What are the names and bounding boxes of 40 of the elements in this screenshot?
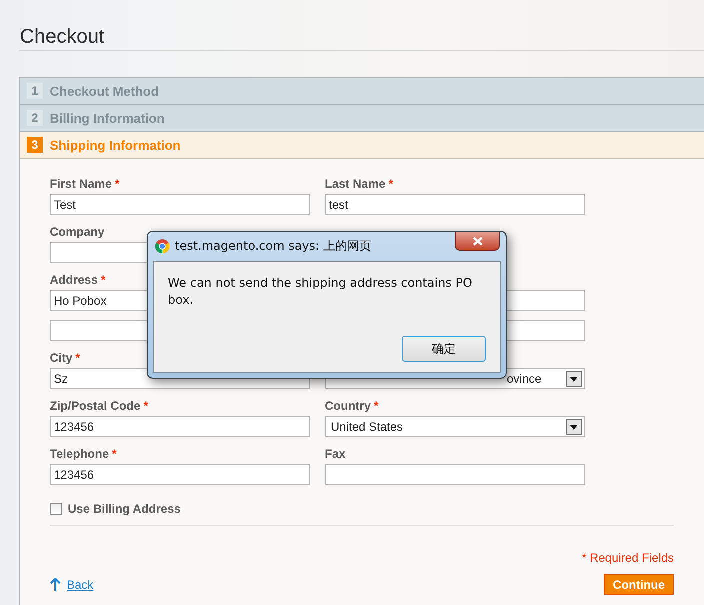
text-field[interactable]: 123456: [50, 464, 310, 485]
checkbox[interactable]: [50, 503, 62, 515]
field-label: Telephone: [50, 447, 110, 461]
dialog-title: test.magento.com says: 上的网页: [175, 238, 372, 255]
field-label: City: [50, 351, 73, 365]
required-asterisk: *: [388, 177, 394, 191]
required-asterisk: *: [374, 399, 379, 413]
field-label: First Name: [50, 177, 112, 191]
checkbox-label: Use Billing Address: [68, 502, 181, 516]
text-field[interactable]: [325, 464, 585, 485]
text-field[interactable]: test: [325, 194, 585, 215]
dialog-message: We can not send the shipping address contains PO box.: [168, 275, 474, 309]
step-number: 1: [27, 83, 43, 99]
close-button[interactable]: [455, 232, 500, 251]
required-asterisk: *: [112, 447, 117, 461]
back-link[interactable]: Back: [67, 578, 94, 592]
select-field[interactable]: United States: [325, 416, 585, 437]
required-asterisk: *: [101, 273, 106, 287]
required-asterisk: *: [115, 177, 120, 191]
arrow-up-icon[interactable]: [50, 578, 61, 591]
field-label: Company: [50, 225, 105, 239]
field-label: Address: [50, 273, 98, 287]
ok-button[interactable]: 确定: [402, 336, 486, 362]
step-title: Billing Information: [50, 110, 165, 126]
field-label: Fax: [325, 447, 346, 461]
close-icon: [472, 236, 482, 246]
step-title: Checkout Method: [50, 84, 160, 98]
field-label: Country: [325, 399, 371, 413]
required-fields-note: * Required Fields: [580, 551, 674, 565]
page-title: Checkout: [20, 25, 106, 50]
required-asterisk: *: [76, 351, 80, 365]
field-label: Last Name: [325, 177, 386, 191]
step-number: 2: [27, 110, 43, 126]
text-field[interactable]: 123456: [50, 416, 310, 437]
required-asterisk: *: [144, 399, 148, 413]
step-title: Shipping Information: [50, 138, 181, 152]
browser-logo-icon: [155, 239, 170, 254]
text-field[interactable]: Test: [50, 194, 310, 215]
field-label: Zip/Postal Code: [50, 399, 141, 413]
step-number: 3: [27, 137, 43, 153]
